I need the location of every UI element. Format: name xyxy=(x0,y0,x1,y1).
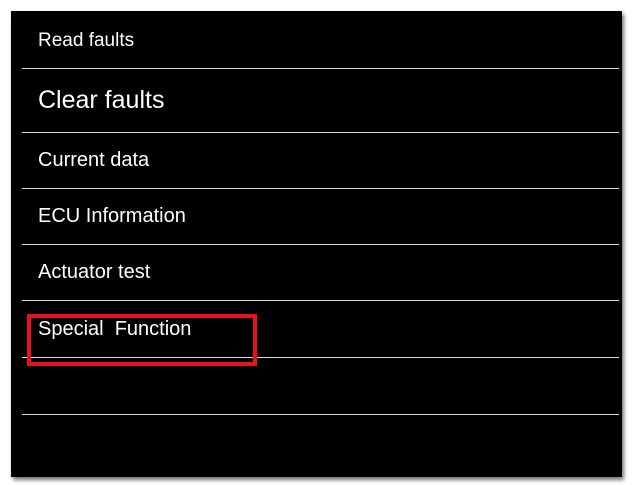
menu-item-label: Clear faults xyxy=(38,86,165,114)
menu-item-label: ECU Information xyxy=(38,205,186,227)
menu-item-empty xyxy=(22,415,619,471)
menu-item-label: Read faults xyxy=(38,30,135,51)
menu-item-label: Actuator test xyxy=(38,261,151,283)
function-menu: Read faults Clear faults Current data EC… xyxy=(14,14,619,474)
menu-item-actuator-test[interactable]: Actuator test xyxy=(22,245,619,301)
menu-item-ecu-information[interactable]: ECU Information xyxy=(22,189,619,245)
menu-item-special-function[interactable]: Special Function xyxy=(22,301,619,358)
menu-item-label: Special Function xyxy=(38,317,192,340)
menu-item-label: Current data xyxy=(38,149,150,171)
diagnostic-menu-screen: Read faults Clear faults Current data EC… xyxy=(11,11,622,477)
menu-item-current-data[interactable]: Current data xyxy=(22,133,619,189)
menu-item-clear-faults[interactable]: Clear faults xyxy=(22,69,619,133)
menu-item-read-faults[interactable]: Read faults xyxy=(22,14,619,69)
menu-item-empty xyxy=(22,358,619,415)
